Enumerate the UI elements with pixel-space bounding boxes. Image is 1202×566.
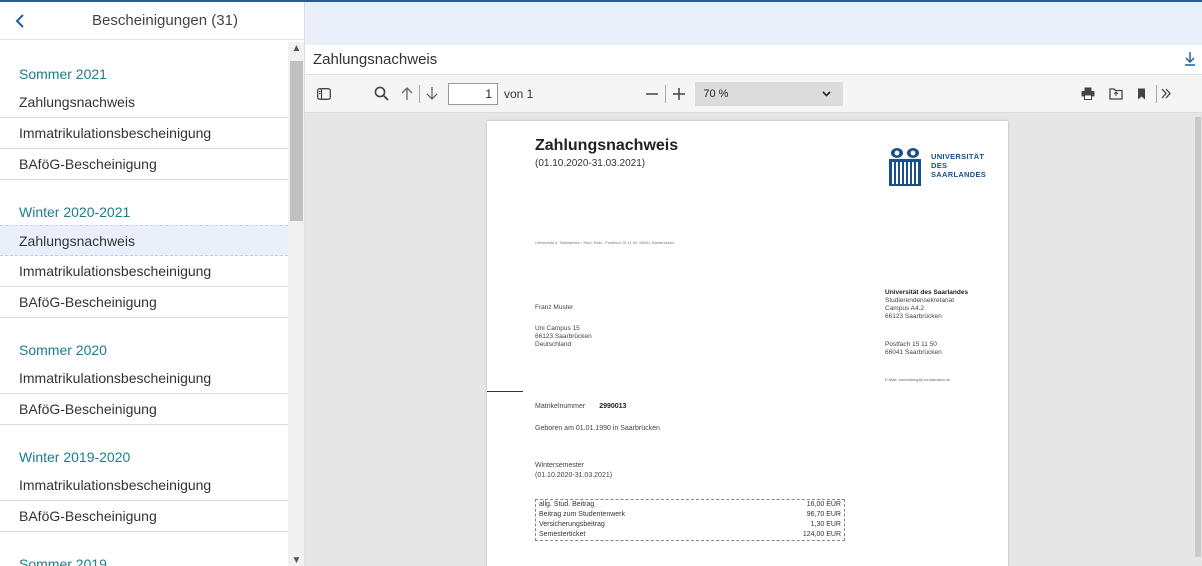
sidebar-scrollbar[interactable]: ▲ ▼: [288, 42, 304, 566]
sidebar-header: Bescheinigungen (31): [0, 2, 304, 40]
section-title-winter-2020-2021: Winter 2020-2021: [19, 204, 131, 220]
search-icon: [374, 86, 389, 101]
table-row: Versicherungsbeitrag 1,30 EUR: [539, 521, 841, 528]
recipient-name: Franz Muster: [535, 304, 574, 311]
previous-page-button[interactable]: [401, 83, 413, 105]
pdf-title: Zahlungsnachweis: [535, 137, 679, 154]
toolbar-separator: [419, 84, 420, 103]
double-chevron-right-icon: [1161, 88, 1172, 99]
university-email: E-Mail: anmeldung@uni-saarland.de: [885, 377, 950, 382]
fees-table: allg. Stud. Beitrag 16,00 EUR Beitrag zum…: [535, 499, 845, 541]
main-top-bar: [305, 2, 1202, 45]
minus-icon: [646, 92, 659, 95]
pdf-date-range: (01.10.2020-31.03.2021): [535, 158, 646, 169]
bookmark-button[interactable]: [1137, 83, 1146, 105]
bookmark-icon: [1138, 88, 1146, 99]
chevron-left-icon: [15, 13, 24, 28]
sidebar-toggle-icon: [317, 87, 331, 100]
print-button[interactable]: [1081, 83, 1095, 105]
list-item-zahlungsnachweis-selected[interactable]: Zahlungsnachweis: [0, 225, 288, 256]
viewer-scrollbar[interactable]: [1194, 113, 1202, 566]
zoom-out-button[interactable]: [645, 83, 659, 105]
arrow-up-icon: [401, 87, 413, 100]
list-item-immatrikulationsbescheinigung[interactable]: Immatrikulationsbescheinigung: [0, 118, 288, 149]
matriculation-number: Matrikelnummer 2990013: [535, 403, 627, 410]
sidebar-scroll-thumb[interactable]: [290, 61, 303, 221]
viewer-scroll-thumb[interactable]: [1195, 117, 1201, 557]
list-item-immatrikulationsbescheinigung[interactable]: Immatrikulationsbescheinigung: [0, 256, 288, 287]
scroll-down-arrow-icon[interactable]: ▼: [291, 556, 302, 566]
fold-mark: [487, 391, 523, 392]
university-logo-icon: [889, 148, 921, 186]
arrow-down-icon: [426, 87, 438, 100]
sender-address-line: Universität d. Saarlandes - Stud.-Sekr.,…: [535, 240, 675, 245]
semester-info: Wintersemester (01.10.2020-31.03.2021): [535, 462, 613, 479]
folder-open-icon: [1109, 88, 1124, 100]
recipient-address: Uni Campus 15 66123 Saarbrücken Deutschl…: [535, 325, 592, 348]
section-title-sommer-2021: Sommer 2021: [19, 66, 107, 82]
table-row: Semesterticket 124,00 EUR: [539, 531, 841, 538]
list-item-bafoeg-bescheinigung[interactable]: BAföG-Bescheinigung: [0, 394, 288, 425]
list-item-bafoeg-bescheinigung[interactable]: BAföG-Bescheinigung: [0, 149, 288, 180]
list-item-bafoeg-bescheinigung[interactable]: BAföG-Bescheinigung: [0, 501, 288, 532]
document-header: Zahlungsnachweis: [305, 45, 1202, 75]
next-page-button[interactable]: [426, 83, 438, 105]
university-postbox: Postfach 15 11 50 66041 Saarbrücken: [885, 341, 942, 356]
page-count-label: von 1: [504, 86, 534, 101]
section-title-sommer-2020: Sommer 2020: [19, 342, 107, 358]
open-file-button[interactable]: [1109, 83, 1124, 105]
toolbar-separator: [1156, 84, 1158, 103]
table-row: allg. Stud. Beitrag 16,00 EUR: [539, 501, 841, 508]
zoom-in-button[interactable]: [672, 83, 686, 105]
zoom-select[interactable]: 70 %: [695, 81, 844, 106]
pdf-page: Zahlungsnachweis (01.10.2020-31.03.2021)…: [487, 121, 1008, 566]
scroll-up-arrow-icon[interactable]: ▲: [291, 44, 302, 54]
list-item-immatrikulationsbescheinigung[interactable]: Immatrikulationsbescheinigung: [0, 363, 288, 394]
sidebar-toggle-button[interactable]: [317, 83, 331, 105]
page-number-input[interactable]: 1: [448, 82, 498, 105]
pdf-toolbar: 1 von 1 70 %: [305, 75, 1202, 113]
back-button[interactable]: [0, 2, 40, 40]
birth-info: Geboren am 01.01.1990 in Saarbrücken: [535, 425, 660, 432]
university-logo-text: UNIVERSITÄT DES SAARLANDES: [931, 152, 987, 179]
document-title: Zahlungsnachweis: [313, 51, 438, 68]
chevron-down-icon: [822, 90, 831, 97]
university-address: Universität des Saarlandes Studierendens…: [885, 289, 969, 320]
download-icon[interactable]: [1184, 51, 1196, 70]
certificate-list: Sommer 2021 Zahlungsnachweis Immatrikula…: [0, 42, 288, 566]
section-title-winter-2019-2020: Winter 2019-2020: [19, 449, 131, 465]
list-item-bafoeg-bescheinigung[interactable]: BAföG-Bescheinigung: [0, 287, 288, 318]
certificates-sidebar: Bescheinigungen (31) Sommer 2021 Zahlung…: [0, 2, 305, 566]
more-tools-button[interactable]: [1161, 83, 1172, 105]
list-item-immatrikulationsbescheinigung[interactable]: Immatrikulationsbescheinigung: [0, 470, 288, 501]
plus-icon: [673, 87, 686, 100]
printer-icon: [1081, 87, 1095, 100]
zoom-value: 70 %: [703, 87, 729, 100]
toolbar-separator: [665, 84, 667, 103]
pdf-viewer[interactable]: Zahlungsnachweis (01.10.2020-31.03.2021)…: [305, 113, 1202, 566]
list-item-zahlungsnachweis[interactable]: Zahlungsnachweis: [0, 87, 288, 118]
university-logo: UNIVERSITÄT DES SAARLANDES: [885, 146, 1015, 191]
sidebar-title: Bescheinigungen (31): [92, 12, 238, 29]
section-title-sommer-2019: Sommer 2019: [19, 556, 107, 566]
search-button[interactable]: [374, 83, 389, 105]
table-row: Beitrag zum Studentenwerk 96,70 EUR: [539, 511, 841, 518]
